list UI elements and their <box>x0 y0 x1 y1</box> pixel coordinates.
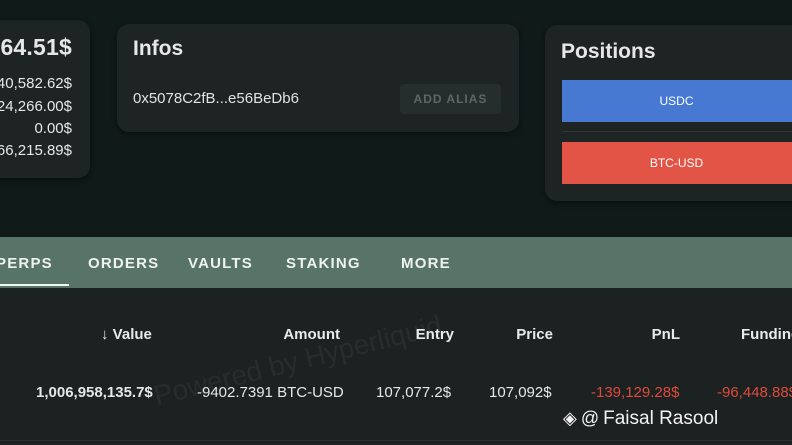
position-label-btc-usd: BTC-USD <box>649 156 704 170</box>
wallet-address[interactable]: 0x5078C2fB...e56BeDb6 <box>133 90 299 107</box>
balance-card: 064.51$ 40,582.62$ 24,266.00$ 0.00$ 66,2… <box>0 20 90 178</box>
balance-total: 064.51$ <box>0 34 72 60</box>
cell-entry: 107,077.2$ <box>376 384 452 401</box>
balance-line-4: 66,215.89$ <box>0 142 72 159</box>
at-sign-icon: @ <box>580 408 600 428</box>
cell-pnl: -139,129.28$ <box>591 384 680 401</box>
position-bar-btc-usd[interactable]: BTC-USD <box>562 142 792 184</box>
positions-divider <box>562 131 792 132</box>
tab-more[interactable]: MORE <box>401 255 451 272</box>
tab-bar: PERPS ORDERS VAULTS STAKING MORE <box>0 237 792 288</box>
add-alias-button[interactable]: ADD ALIAS <box>400 84 501 114</box>
cell-price: 107,092$ <box>489 384 552 401</box>
positions-card: Positions USDC BTC-USD <box>545 25 792 201</box>
position-label-usdc: USDC <box>659 94 694 108</box>
balance-line-1: 40,582.62$ <box>0 75 72 92</box>
column-header-funding[interactable]: Funding <box>741 326 792 343</box>
cell-funding: -96,448.88$ <box>717 384 792 401</box>
row-divider <box>0 440 792 441</box>
positions-title: Positions <box>561 40 656 63</box>
tab-vaults[interactable]: VAULTS <box>188 255 253 272</box>
column-header-value-label: Value <box>112 326 152 343</box>
infos-card: Infos 0x5078C2fB...e56BeDb6 ADD ALIAS <box>117 24 519 132</box>
column-header-value[interactable]: ↓ Value <box>101 326 152 343</box>
sort-down-icon[interactable]: ↓ <box>101 326 109 343</box>
tab-orders[interactable]: ORDERS <box>88 255 159 272</box>
active-tab-indicator <box>0 284 69 286</box>
tab-perps[interactable]: PERPS <box>0 255 53 272</box>
diamond-logo-icon: ◈ <box>563 408 577 428</box>
credit-overlay: ◈ @ Faisal Rasool <box>563 408 718 430</box>
tab-staking[interactable]: STAKING <box>286 255 361 272</box>
column-header-pnl[interactable]: PnL <box>652 326 680 343</box>
column-header-price[interactable]: Price <box>516 326 553 343</box>
position-bar-usdc[interactable]: USDC <box>562 80 792 122</box>
balance-line-2: 24,266.00$ <box>0 98 72 115</box>
credit-name: Faisal Rasool <box>603 408 719 429</box>
cell-value: 1,006,958,135.7$ <box>36 384 153 401</box>
balance-line-3: 0.00$ <box>34 120 72 137</box>
infos-title: Infos <box>133 37 184 60</box>
